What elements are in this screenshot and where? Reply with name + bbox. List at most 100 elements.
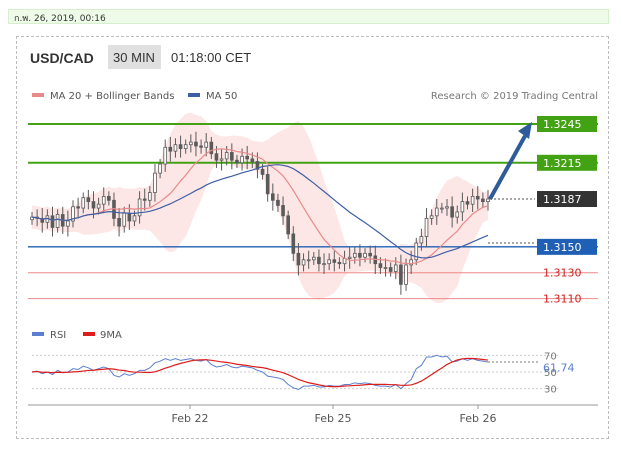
candle-body: [117, 218, 121, 227]
candle-body: [301, 259, 306, 266]
level-label-pivot: 1.3150: [543, 241, 582, 254]
candle-body: [347, 256, 352, 259]
candle-body: [486, 198, 490, 202]
legend-rsi: RSI: [50, 330, 66, 341]
rsi-ma-swatch-icon: [83, 332, 95, 336]
legend-ma20: MA 20 + Bollinger Bands: [50, 91, 174, 102]
candle-body: [460, 201, 465, 213]
research-credit: Research © 2019 Trading Central: [431, 91, 598, 102]
candle-body: [306, 259, 311, 262]
candle-body: [250, 158, 255, 162]
candle-body: [183, 144, 188, 149]
candle-body: [148, 192, 152, 201]
candle-body: [281, 205, 285, 217]
candle-body: [101, 196, 106, 205]
candle-body: [368, 252, 372, 257]
candle-body: [291, 233, 296, 254]
ma20-swatch-icon: [32, 93, 44, 97]
candle-body: [199, 145, 203, 148]
candle-body: [260, 168, 265, 175]
candle-body: [465, 201, 470, 205]
x-tick-label: Feb 26: [460, 412, 497, 425]
candle-body: [96, 203, 101, 209]
candle-body: [163, 146, 168, 165]
legend-ma50: MA 50: [206, 91, 237, 102]
candle-body: [276, 199, 280, 206]
candle-body: [265, 174, 270, 195]
candle-body: [270, 193, 275, 201]
candle-body: [204, 141, 209, 148]
candle-body: [470, 196, 475, 205]
candle-body: [55, 214, 60, 228]
forecast-arrow-icon: [488, 135, 527, 200]
level-label-support-2: 1.3110: [543, 293, 582, 306]
candle-body: [81, 197, 86, 209]
candle-body: [388, 267, 393, 272]
candle-body: [91, 201, 96, 209]
timeframe-label: 30 MIN: [113, 50, 155, 65]
ma50-swatch-icon: [188, 93, 200, 97]
candle-body: [424, 218, 429, 237]
level-label-resistance-1: 1.3215: [543, 157, 582, 170]
candle-body: [311, 256, 316, 261]
candle-body: [142, 198, 147, 201]
legend-rsi-ma: 9MA: [100, 330, 122, 341]
candle-body: [178, 144, 183, 149]
candle-body: [235, 159, 239, 164]
candle-body: [158, 163, 162, 174]
candle-body: [219, 158, 224, 161]
candle-body: [286, 215, 290, 235]
candle-body: [209, 141, 214, 155]
level-labels: 1.3245 1.3215 1.3187 1.3150 1.3130 1.3110: [537, 115, 597, 306]
rsi-ma-line: [31, 357, 489, 388]
candle-body: [122, 212, 127, 227]
candle-body: [173, 144, 178, 152]
candle-body: [445, 206, 449, 209]
candle-body: [358, 252, 362, 258]
rsi-current-value: 61.74: [543, 362, 575, 375]
candle-body: [189, 141, 193, 146]
candle-body: [419, 236, 424, 244]
candle-body: [434, 207, 439, 217]
candle-body: [383, 267, 388, 269]
level-label-support-1: 1.3130: [543, 267, 582, 280]
candle-body: [337, 261, 342, 265]
level-label-current: 1.3187: [543, 193, 582, 206]
candle-body: [132, 215, 137, 222]
candle-body: [296, 252, 301, 266]
candle-body: [224, 152, 229, 160]
candle-body: [352, 252, 357, 258]
candle-body: [429, 215, 434, 219]
candle-body: [378, 263, 383, 268]
rsi-swatch-icon: [32, 332, 44, 336]
candle-body: [168, 146, 173, 152]
rsi-tick-label: 30: [544, 385, 557, 396]
candle-body: [399, 264, 403, 285]
candle-body: [475, 196, 480, 200]
candle-body: [86, 197, 91, 202]
candle-body: [66, 220, 70, 227]
candle-body: [404, 264, 408, 285]
candle-body: [127, 212, 132, 222]
candle-body: [230, 152, 234, 161]
candle-body: [440, 207, 444, 210]
candle-body: [107, 196, 111, 201]
candle-body: [481, 198, 485, 202]
x-tick-label: Feb 22: [172, 412, 209, 425]
candle-body: [317, 256, 321, 265]
candle-body: [76, 206, 80, 209]
candle-body: [50, 215, 55, 228]
candle-body: [153, 172, 157, 193]
candle-body: [455, 211, 460, 218]
candle-body: [245, 155, 250, 160]
candle-body: [332, 259, 337, 263]
candle-body: [363, 252, 367, 258]
rsi-panel: 70503061.74: [31, 351, 575, 396]
candle-body: [322, 263, 326, 266]
candle-body: [450, 206, 454, 218]
level-label-resistance-2: 1.3245: [543, 118, 582, 131]
chart-canvas: 1.32451.32151.31871.31501.31301.3110 705…: [28, 45, 598, 425]
candle-body: [194, 141, 198, 147]
pair-title: USD/CAD: [30, 50, 94, 66]
candle-body: [327, 259, 331, 265]
